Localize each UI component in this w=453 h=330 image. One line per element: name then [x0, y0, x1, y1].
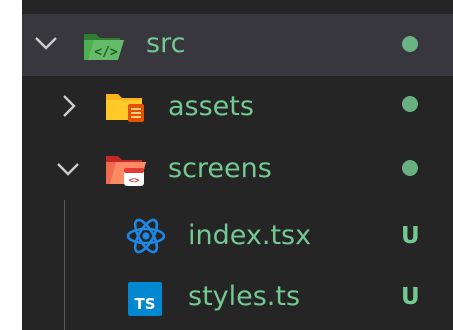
tree-item-label: assets	[168, 91, 254, 122]
tree-item-index-tsx[interactable]: index.tsx U	[22, 205, 453, 267]
folder-screens-open-icon: <>	[106, 156, 146, 186]
folder-assets-icon	[106, 94, 144, 122]
svg-text:TS: TS	[134, 295, 155, 313]
untracked-badge: U	[401, 223, 420, 249]
modified-dot	[402, 160, 418, 176]
untracked-badge: U	[401, 284, 420, 310]
folder-src-open-icon: </>	[84, 34, 124, 60]
chevron-down-icon[interactable]	[56, 160, 80, 180]
tree-item-styles-ts[interactable]: TS styles.ts U	[22, 266, 453, 328]
typescript-icon: TS	[128, 282, 162, 316]
tree-item-label: index.tsx	[188, 220, 312, 251]
svg-text:</>: </>	[94, 45, 118, 60]
chevron-down-icon[interactable]	[34, 34, 58, 54]
tree-item-assets[interactable]: assets	[22, 76, 453, 138]
modified-dot	[402, 36, 418, 52]
tree-item-label: src	[146, 28, 186, 59]
tree-item-label: styles.ts	[188, 281, 301, 312]
explorer-tree: </> src assets <> screens index.tsx U TS…	[22, 0, 453, 330]
tree-item-label: screens	[168, 153, 272, 184]
svg-text:<>: <>	[129, 176, 140, 186]
react-icon	[126, 218, 166, 254]
tree-item-src[interactable]: </> src	[22, 14, 453, 76]
tree-item-screens[interactable]: <> screens	[22, 138, 453, 200]
chevron-right-icon[interactable]	[60, 94, 80, 118]
modified-dot	[402, 96, 418, 112]
